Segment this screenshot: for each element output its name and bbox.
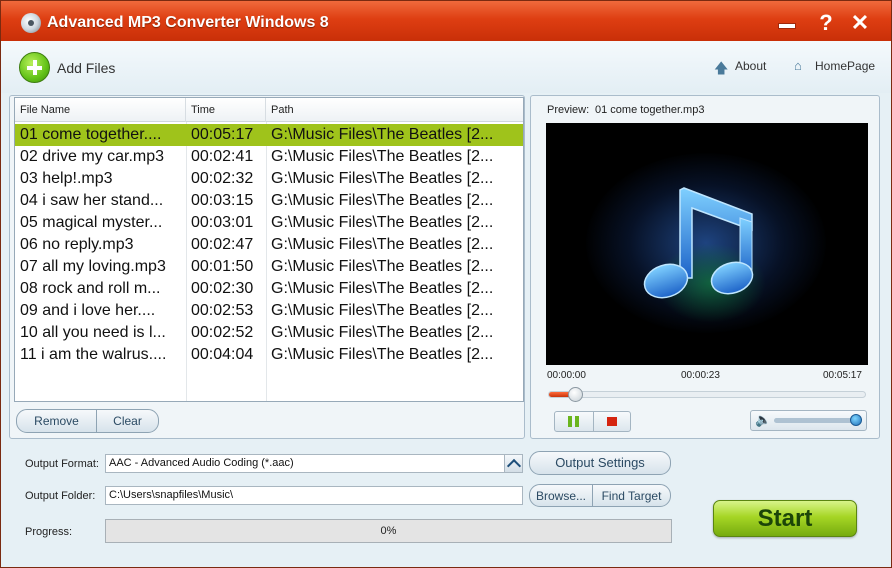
seek-handle[interactable]: [568, 387, 583, 402]
path-cell: G:\Music Files\The Beatles [2...: [271, 258, 494, 275]
table-row[interactable]: 11 i am the walrus.... 00:04:04 G:\Music F…: [15, 344, 523, 366]
app-window: Advanced MP3 Converter Windows 8 ? ✕ Add…: [0, 0, 892, 568]
path-cell: G:\Music Files\The Beatles [2...: [271, 302, 494, 319]
file-name-cell: 01 come together....: [20, 126, 162, 143]
time-cell: 00:02:47: [191, 236, 254, 253]
seek-bar[interactable]: [548, 391, 866, 398]
close-button[interactable]: ✕: [847, 12, 873, 34]
file-name-cell: 07 all my loving.mp3: [20, 258, 166, 275]
time-cell: 00:03:15: [191, 192, 254, 209]
path-cell: G:\Music Files\The Beatles [2...: [271, 280, 494, 297]
help-button[interactable]: ?: [813, 12, 839, 34]
path-cell: G:\Music Files\The Beatles [2...: [271, 170, 494, 187]
table-row[interactable]: 08 rock and roll m... 00:02:30 G:\Music Fi…: [15, 278, 523, 300]
time-cell: 00:02:53: [191, 302, 254, 319]
file-table[interactable]: File Name Time Path 01 come together....…: [14, 97, 524, 402]
table-row[interactable]: 10 all you need is l... 00:02:52 G:\Music …: [15, 322, 523, 344]
chevron-up-icon[interactable]: [504, 455, 522, 472]
output-format-select[interactable]: AAC - Advanced Audio Coding (*.aac): [105, 454, 523, 473]
table-row[interactable]: 07 all my loving.mp3 00:01:50 G:\Music Fil…: [15, 256, 523, 278]
add-circle-icon[interactable]: [19, 52, 50, 83]
table-row[interactable]: 09 and i love her.... 00:02:53 G:\Music Fi…: [15, 300, 523, 322]
about-link[interactable]: About: [735, 59, 766, 73]
file-name-cell: 05 magical myster...: [20, 214, 163, 231]
path-cell: G:\Music Files\The Beatles [2...: [271, 214, 494, 231]
disc-icon: [21, 13, 41, 33]
file-name-cell: 10 all you need is l...: [20, 324, 166, 341]
column-header-time[interactable]: Time: [186, 98, 266, 122]
progress-label: Progress:: [25, 526, 73, 538]
path-cell: G:\Music Files\The Beatles [2...: [271, 346, 494, 363]
path-cell: G:\Music Files\The Beatles [2...: [271, 148, 494, 165]
volume-handle[interactable]: [850, 414, 862, 426]
time-cell: 00:02:41: [191, 148, 254, 165]
music-note-icon: [643, 187, 754, 299]
output-folder-label: Output Folder:: [25, 490, 96, 502]
start-button[interactable]: Start: [713, 500, 857, 537]
file-name-cell: 08 rock and roll m...: [20, 280, 161, 297]
preview-screen: [546, 123, 868, 365]
time-current: 00:00:23: [681, 370, 720, 381]
preview-file-name: 01 come together.mp3: [595, 104, 705, 116]
file-name-cell: 09 and i love her....: [20, 302, 156, 319]
progress-bar: 0%: [105, 519, 672, 543]
column-header-path[interactable]: Path: [266, 98, 523, 122]
clear-button[interactable]: Clear: [96, 409, 159, 433]
file-name-cell: 03 help!.mp3: [20, 170, 113, 187]
file-name-cell: 11 i am the walrus....: [20, 346, 167, 363]
time-cell: 00:02:30: [191, 280, 254, 297]
table-row[interactable]: 04 i saw her stand... 00:03:15 G:\Music Fi…: [15, 190, 523, 212]
up-arrow-icon[interactable]: 🡅: [714, 58, 728, 82]
browse-button[interactable]: Browse...: [529, 484, 593, 507]
speaker-icon[interactable]: 🔈: [755, 412, 771, 428]
time-cell: 00:04:04: [191, 346, 254, 363]
stop-icon[interactable]: [593, 412, 630, 431]
table-row[interactable]: 06 no reply.mp3 00:02:47 G:\Music Files\Th…: [15, 234, 523, 256]
minimize-button[interactable]: [773, 11, 799, 33]
progress-text: 0%: [380, 525, 397, 537]
remove-button[interactable]: Remove: [16, 409, 97, 433]
time-cell: 00:02:52: [191, 324, 254, 341]
pause-icon[interactable]: [555, 412, 592, 431]
time-cell: 00:05:17: [191, 126, 254, 143]
title-bar[interactable]: Advanced MP3 Converter Windows 8 ? ✕: [1, 1, 891, 41]
table-row[interactable]: 03 help!.mp3 00:02:32 G:\Music Files\The B…: [15, 168, 523, 190]
window-title: Advanced MP3 Converter Windows 8: [47, 14, 329, 31]
time-cell: 00:01:50: [191, 258, 254, 275]
column-header-file-name[interactable]: File Name: [15, 98, 186, 122]
file-name-cell: 04 i saw her stand...: [20, 192, 164, 209]
home-icon[interactable]: ⌂: [794, 58, 802, 73]
path-cell: G:\Music Files\The Beatles [2...: [271, 324, 494, 341]
file-name-cell: 02 drive my car.mp3: [20, 148, 165, 165]
table-row[interactable]: 05 magical myster... 00:03:01 G:\Music Fil…: [15, 212, 523, 234]
output-format-label: Output Format:: [25, 458, 99, 470]
output-settings-button[interactable]: Output Settings: [529, 451, 671, 475]
path-cell: G:\Music Files\The Beatles [2...: [271, 192, 494, 209]
time-cell: 00:03:01: [191, 214, 254, 231]
homepage-link[interactable]: HomePage: [815, 59, 875, 73]
file-table-header: File Name Time Path: [15, 98, 523, 122]
path-cell: G:\Music Files\The Beatles [2...: [271, 126, 494, 143]
preview-label: Preview:: [547, 104, 590, 116]
time-start: 00:00:00: [547, 370, 586, 381]
path-cell: G:\Music Files\The Beatles [2...: [271, 236, 494, 253]
file-name-cell: 06 no reply.mp3: [20, 236, 134, 253]
add-files-button[interactable]: Add Files: [57, 60, 115, 76]
find-target-button[interactable]: Find Target: [592, 484, 671, 507]
table-row[interactable]: 02 drive my car.mp3 00:02:41 G:\Music File…: [15, 146, 523, 168]
volume-slider[interactable]: [774, 418, 862, 423]
table-row[interactable]: 01 come together.... 00:05:17 G:\Music Fil…: [15, 124, 523, 146]
time-cell: 00:02:32: [191, 170, 254, 187]
time-end: 00:05:17: [823, 370, 862, 381]
output-folder-field[interactable]: C:\Users\snapfiles\Music\: [105, 486, 523, 505]
